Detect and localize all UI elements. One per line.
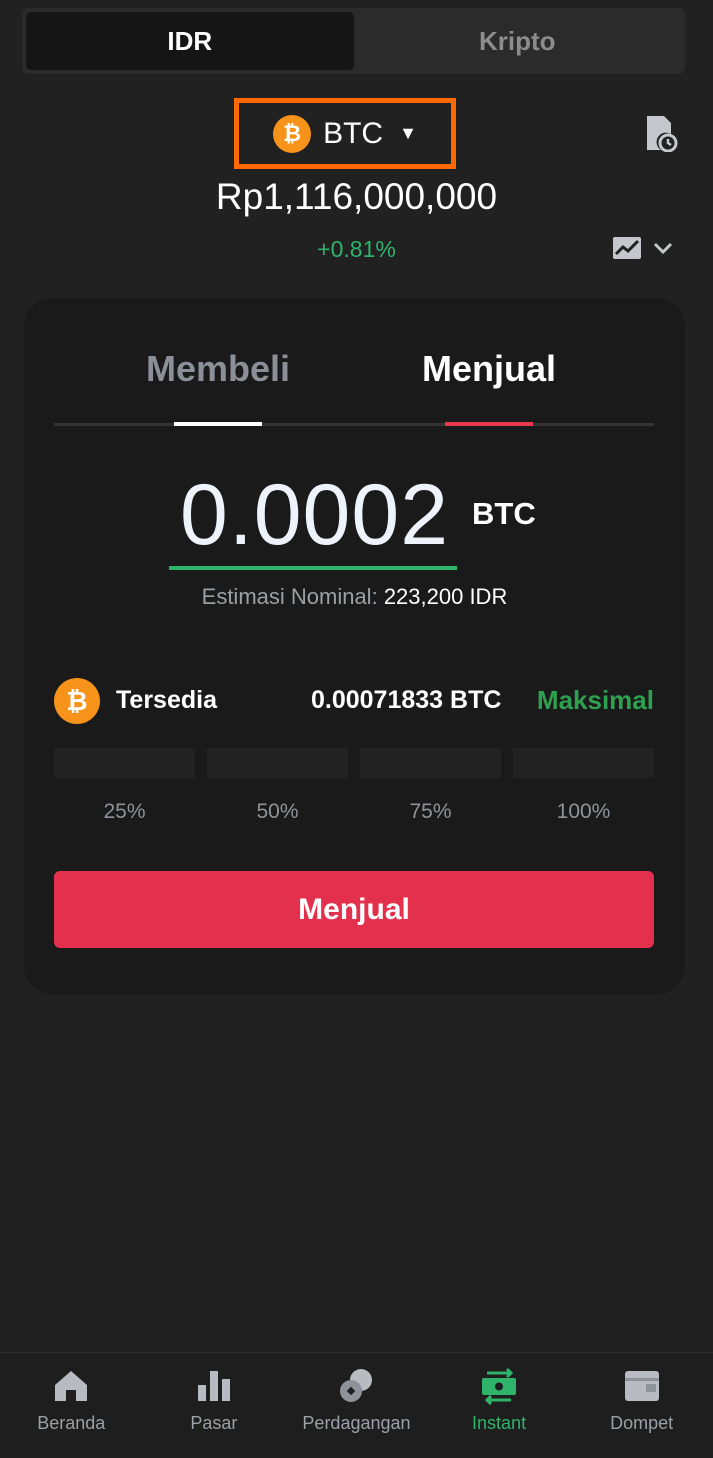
price-change: +0.81% [317,236,396,262]
btc-icon: ₿ [273,114,312,153]
percent-75[interactable]: 75% [360,800,501,824]
tab-sell[interactable]: Menjual [422,348,556,390]
history-icon[interactable] [644,114,678,152]
nav-item-wallet[interactable]: Dompet [570,1353,713,1458]
amount-unit: BTC [472,496,536,531]
nav-label-wallet: Dompet [610,1413,674,1433]
estimate-nominal: Estimasi Nominal: 223,200 IDR [24,584,685,610]
toggle-idr[interactable]: IDR [26,12,354,70]
trade-card: Membeli Menjual 0.0002 BTC Estimasi Nomi… [24,298,685,994]
caret-down-icon: ▼ [399,123,417,143]
instant-icon [482,1367,517,1406]
bar-chart-icon [197,1371,230,1401]
percent-labels: 25% 50% 75% 100% [54,800,654,824]
nav-label-trade: Perdagangan [302,1413,411,1433]
nav-label-home: Beranda [37,1413,106,1433]
nav-item-instant[interactable]: Instant [428,1353,571,1458]
percent-bar-75[interactable] [360,748,501,778]
percent-bar-50[interactable] [207,748,348,778]
btc-icon: ₿ [54,678,100,724]
coin-price: Rp1,116,000,000 [215,176,498,217]
nav-label-instant: Instant [472,1413,527,1433]
tabs-divider [54,423,654,426]
sell-button[interactable]: Menjual [54,871,654,948]
nav-item-home[interactable]: Beranda [0,1353,143,1458]
trade-icon [340,1369,373,1402]
home-icon [55,1371,88,1401]
available-amount: 0.00071833 BTC [311,686,502,714]
available-label: Tersedia [116,686,217,714]
bottom-nav: Beranda Pasar Perdagangan Instant Dompet [0,1352,713,1458]
wallet-icon [624,1371,659,1401]
percent-100[interactable]: 100% [513,800,654,824]
amount-underline [169,566,457,570]
chevron-down-icon [653,242,673,255]
nav-item-trade[interactable]: Perdagangan [285,1353,428,1458]
amount-input[interactable]: 0.0002 BTC [24,466,685,576]
nav-item-market[interactable]: Pasar [143,1353,286,1458]
chart-toggle[interactable] [612,236,674,260]
currency-toggle: IDR Kripto [22,8,685,74]
percent-bars [54,748,654,778]
chart-icon [613,237,641,259]
percent-bar-25[interactable] [54,748,195,778]
toggle-crypto[interactable]: Kripto [354,12,682,70]
estimate-label: Estimasi Nominal: [201,584,378,609]
coin-selector[interactable]: ₿ BTC ▼ [234,98,456,169]
tab-buy-indicator [174,422,262,426]
estimate-value: 223,200 IDR [383,584,508,609]
coin-name: BTC [323,116,384,150]
amount-value[interactable]: 0.0002 [180,466,449,565]
percent-50[interactable]: 50% [207,800,348,824]
trade-tabs: Membeli Menjual [54,348,654,428]
percent-bar-100[interactable] [513,748,654,778]
percent-25[interactable]: 25% [54,800,195,824]
tab-buy[interactable]: Membeli [146,348,290,390]
nav-label-market: Pasar [190,1413,238,1433]
tab-sell-indicator [445,422,533,426]
available-balance: ₿ Tersedia 0.00071833 BTC Maksimal [54,678,654,724]
max-button[interactable]: Maksimal [537,685,654,716]
